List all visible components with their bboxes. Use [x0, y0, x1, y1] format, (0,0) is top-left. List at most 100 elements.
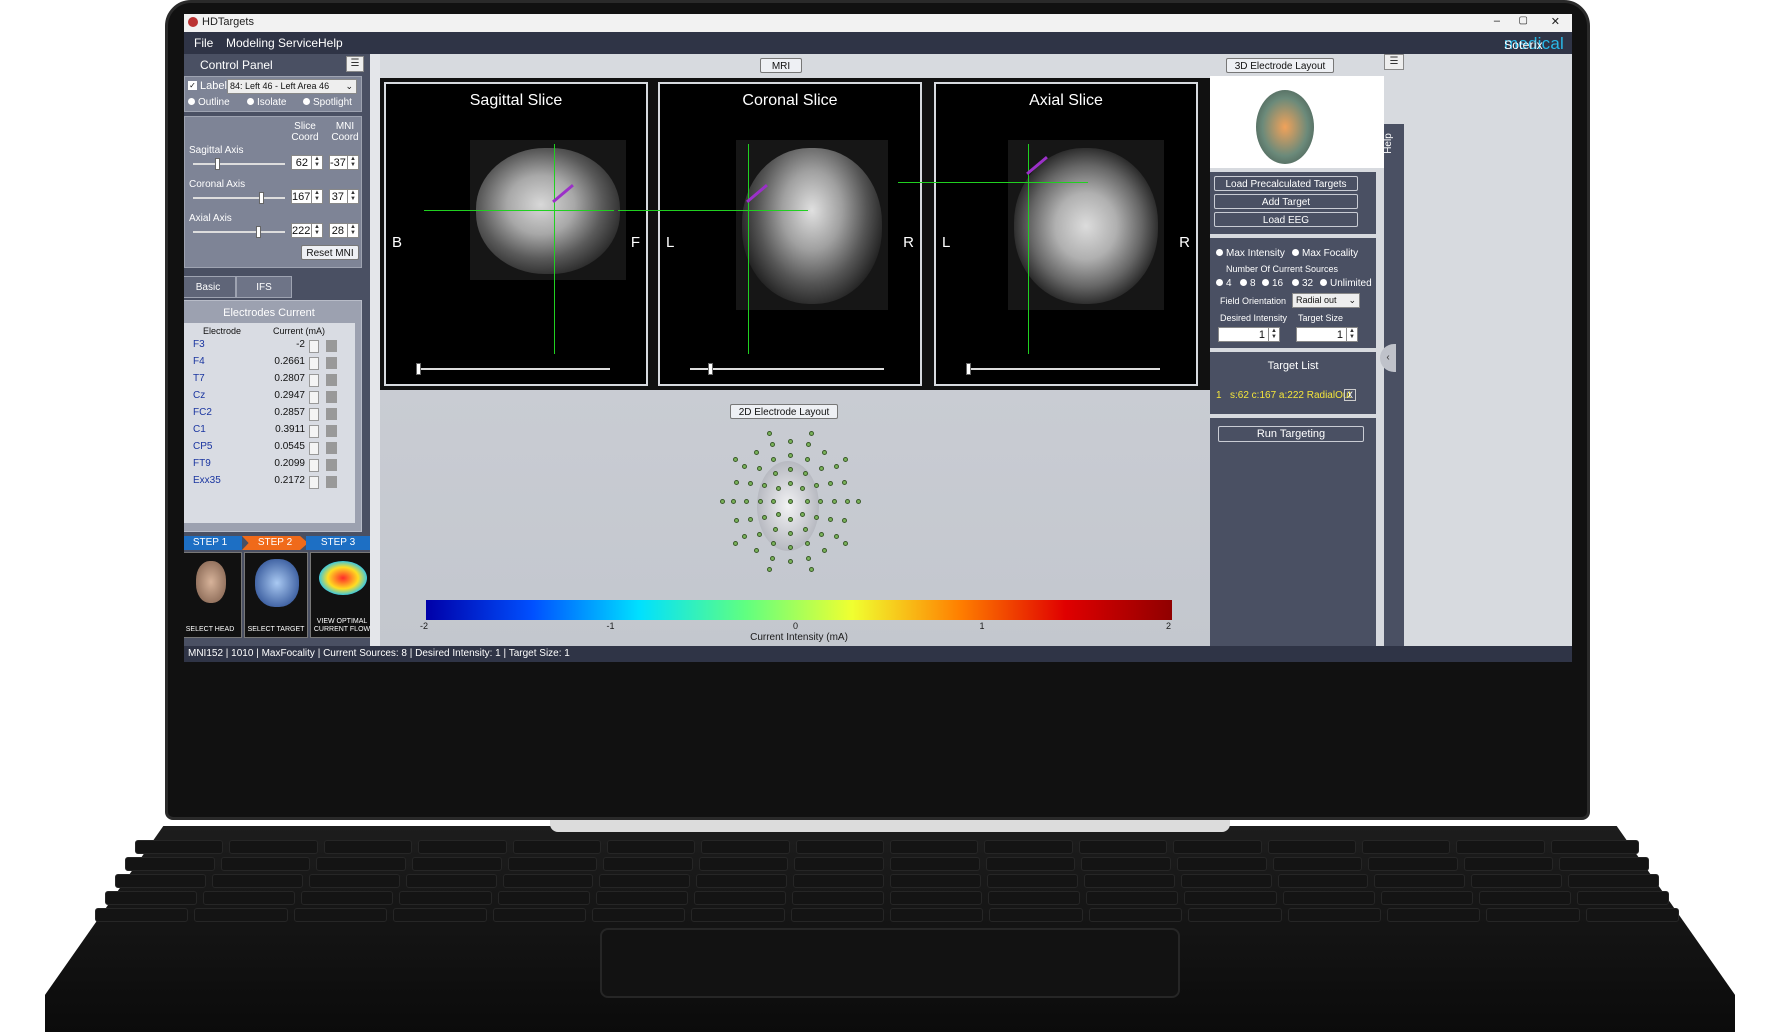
electrode-dot[interactable] — [754, 450, 760, 456]
electrode-current[interactable]: 0.2807 — [274, 373, 305, 384]
electrode-dot[interactable] — [771, 456, 777, 462]
select-target-card[interactable]: SELECT TARGET — [244, 552, 308, 638]
electrode-dot[interactable] — [828, 481, 834, 487]
run-targeting-button[interactable]: Run Targeting — [1218, 426, 1364, 442]
mode-spotlight[interactable]: Spotlight — [303, 97, 352, 108]
step-2[interactable]: STEP 2 — [242, 536, 308, 550]
electrode-dot[interactable] — [843, 456, 849, 462]
electrode-dot[interactable] — [828, 516, 834, 522]
electrode-dot[interactable] — [761, 515, 767, 520]
electrode-dot[interactable] — [809, 567, 815, 573]
mni-coord-input[interactable]: -37 ▲ ▼ — [329, 155, 359, 170]
slider-thumb[interactable] — [966, 363, 971, 375]
electrode-dot[interactable] — [741, 534, 747, 540]
current-spinner[interactable] — [309, 425, 319, 438]
electrode-toggle[interactable] — [326, 425, 337, 437]
panel-menu-icon[interactable]: ☰ — [346, 56, 364, 72]
sidebar-menu-icon[interactable]: ☰ — [1384, 54, 1404, 70]
current-spinner[interactable] — [309, 476, 319, 489]
slider-thumb[interactable] — [708, 363, 713, 375]
electrode-dot[interactable] — [788, 531, 793, 536]
electrode-dot[interactable] — [741, 463, 747, 469]
electrode-dot[interactable] — [842, 480, 848, 486]
electrode-dot[interactable] — [800, 511, 806, 517]
layout-2d-button[interactable]: 2D Electrode Layout — [730, 404, 838, 419]
electrode-dot[interactable] — [788, 517, 793, 522]
electrode-dot[interactable] — [719, 499, 725, 504]
electrode-toggle[interactable] — [326, 357, 337, 369]
axis-slider[interactable] — [193, 226, 285, 238]
electrode-dot[interactable] — [818, 466, 824, 472]
electrode-dot[interactable] — [732, 541, 738, 547]
axis-slider[interactable] — [193, 192, 285, 204]
electrode-current[interactable]: 0.0545 — [274, 441, 305, 452]
electrode-toggle[interactable] — [326, 340, 337, 352]
mni-coord-input[interactable]: 37 ▲ ▼ — [329, 189, 359, 204]
slider-thumb[interactable] — [416, 363, 421, 375]
electrode-toggle[interactable] — [326, 442, 337, 454]
electrode-current[interactable]: 0.2661 — [274, 356, 305, 367]
electrode-dot[interactable] — [770, 441, 776, 447]
electrode-dot[interactable] — [805, 441, 811, 447]
current-spinner[interactable] — [309, 459, 319, 472]
action-button[interactable]: Add Target — [1214, 194, 1358, 209]
desired-intensity-input[interactable]: 1 ▲ ▼ — [1218, 327, 1280, 342]
current-spinner[interactable] — [309, 374, 319, 387]
left-scrollbar[interactable] — [370, 54, 380, 646]
electrode-dot[interactable] — [804, 456, 810, 462]
electrode-current[interactable]: 0.2857 — [274, 407, 305, 418]
electrode-dot[interactable] — [845, 499, 850, 504]
electrode-dot[interactable] — [757, 499, 763, 504]
reset-mni-button[interactable]: Reset MNI — [301, 245, 359, 260]
step-1[interactable]: STEP 1 — [184, 536, 242, 550]
mri-view[interactable]: Axial Slice L R — [898, 82, 1198, 386]
electrode-dot[interactable] — [818, 499, 824, 504]
step-3[interactable]: STEP 3 — [306, 536, 370, 550]
electrode-dot[interactable] — [732, 456, 738, 462]
menu-modeling-service[interactable]: Modeling Service — [226, 36, 318, 50]
electrode-dot[interactable] — [788, 467, 793, 472]
electrode-dot[interactable] — [834, 463, 840, 469]
menu-file[interactable]: File — [194, 36, 213, 50]
current-spinner[interactable] — [309, 442, 319, 455]
label-select[interactable]: 84: Left 46 - Left Area 46 ⌄ — [227, 79, 357, 94]
electrode-dot[interactable] — [805, 556, 811, 562]
electrode-toggle[interactable] — [326, 459, 337, 471]
current-spinner[interactable] — [309, 357, 319, 370]
slice-coord-input[interactable]: 167 ▲ ▼ — [291, 189, 323, 204]
electrode-dot[interactable] — [856, 499, 862, 504]
current-spinner[interactable] — [309, 340, 319, 353]
mode-outline[interactable]: Outline — [188, 97, 230, 108]
electrode-dot[interactable] — [757, 466, 763, 472]
electrode-dot[interactable] — [788, 559, 793, 564]
electrode-dot[interactable] — [788, 545, 793, 550]
axis-slider[interactable] — [193, 158, 285, 170]
electrode-current[interactable]: -2 — [296, 339, 305, 350]
electrode-dot[interactable] — [821, 450, 827, 456]
electrode-dot[interactable] — [761, 483, 767, 488]
electrode-dot[interactable] — [843, 541, 849, 547]
tab-basic[interactable]: Basic — [184, 276, 236, 298]
electrode-dot[interactable] — [766, 430, 772, 436]
slider-thumb[interactable] — [215, 158, 220, 170]
electrode-toggle[interactable] — [326, 408, 337, 420]
num-sources-option[interactable]: Unlimited — [1320, 278, 1372, 289]
electrode-dot[interactable] — [821, 547, 827, 553]
action-button[interactable]: Load Precalculated Targets — [1214, 176, 1358, 191]
target-size-input[interactable]: 1 ▲ ▼ — [1296, 327, 1358, 342]
slice-slider[interactable] — [690, 363, 884, 375]
close-button[interactable]: ✕ — [1551, 15, 1560, 28]
maximize-button[interactable]: ▢ — [1519, 15, 1528, 26]
electrode-dot[interactable] — [747, 481, 753, 487]
electrode-dot[interactable] — [788, 499, 793, 504]
electrode-dot[interactable] — [804, 541, 810, 547]
electrode-dot[interactable] — [766, 567, 772, 573]
electrode-dot[interactable] — [788, 453, 793, 458]
electrode-dot[interactable] — [831, 499, 837, 504]
electrode-dot[interactable] — [788, 439, 793, 444]
mode-isolate[interactable]: Isolate — [247, 97, 286, 108]
current-spinner[interactable] — [309, 408, 319, 421]
electrode-current[interactable]: 0.2172 — [274, 475, 305, 486]
electrode-toggle[interactable] — [326, 476, 337, 488]
current-spinner[interactable] — [309, 391, 319, 404]
